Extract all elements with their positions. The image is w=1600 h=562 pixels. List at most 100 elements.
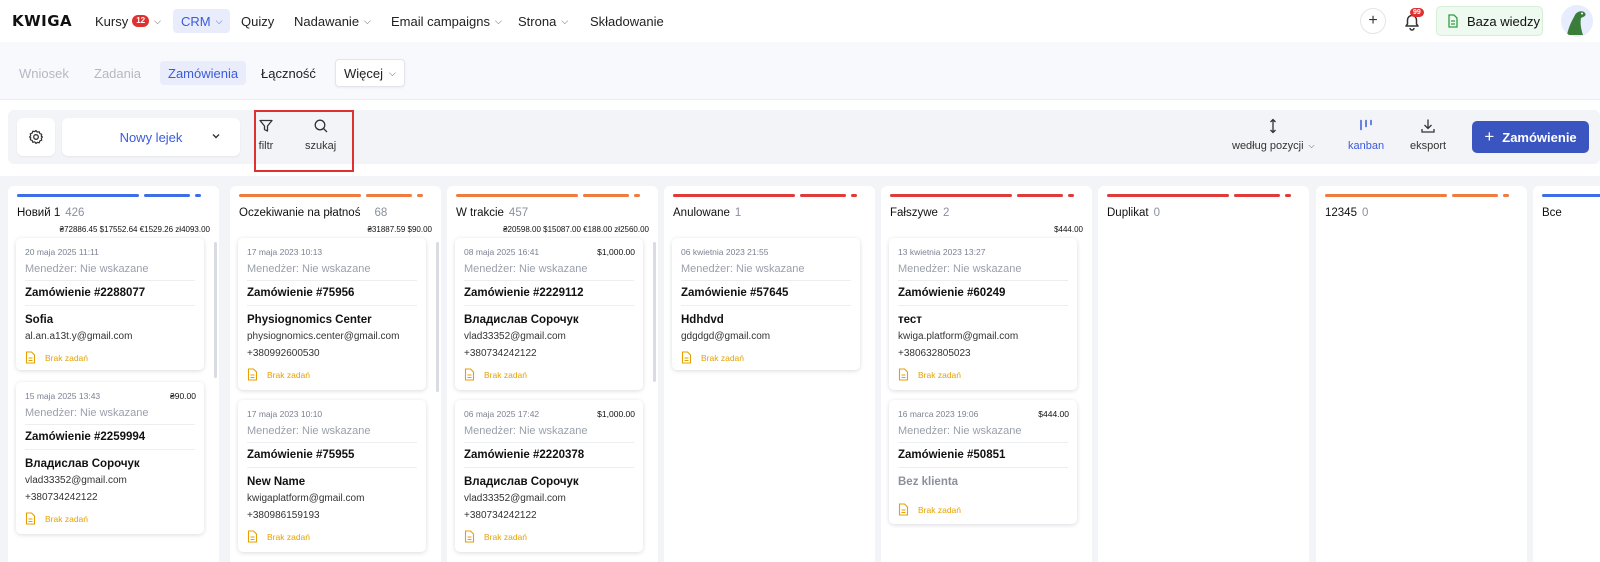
nav-item-skladowanie[interactable]: Składowanie [590,9,664,33]
tab-lacznosc[interactable]: Łączność [261,61,316,85]
download-icon [1421,119,1435,133]
chevron-down-icon: ⌵ [389,67,396,78]
column-title: Fałszywe [890,207,938,219]
tasks-indicator[interactable]: Brak zadań [247,368,310,381]
tab-zadania[interactable]: Zadania [94,61,141,85]
column-color-bar [1107,194,1291,197]
order-number[interactable]: Zamówienie #50851 [898,449,1005,461]
column-sum: ₴72886.45 $17552.64 €1529.26 zł4093.00 [59,225,210,234]
tab-wniosek[interactable]: Wniosek [19,61,69,85]
tasks-indicator[interactable]: Brak zadań [25,351,88,364]
scrollbar[interactable] [436,242,439,392]
export-button[interactable]: eksport [1410,118,1446,152]
chevron-down-icon: ⌵ [364,15,371,26]
sort-button[interactable]: według pozycji ⌵ [1232,118,1315,152]
order-manager: Menedżer: Nie wskazane [681,263,805,275]
order-manager: Menedżer: Nie wskazane [25,263,149,275]
order-date: 08 maja 2025 16:41 [464,247,540,257]
settings-button[interactable] [17,118,55,156]
nav-item-quizy[interactable]: Quizy [241,9,274,33]
order-date: 17 maja 2023 10:10 [247,409,323,419]
column-color-bar [1325,194,1509,197]
column-count: 0 [1153,207,1160,219]
gear-icon [28,129,44,145]
order-number[interactable]: Zamówienie #2220378 [464,449,584,461]
column-title: Oczekiwanie na płatnoś [239,207,361,219]
logo[interactable]: KWIGA [12,12,72,30]
column-header: W trakcie 457 [456,207,528,219]
nav-item-label: Strona [518,13,557,29]
order-card[interactable]: 13 kwietnia 2023 13:27 Menedżer: Nie wsk… [889,238,1077,390]
add-icon[interactable]: + [1360,8,1386,34]
nav-item-nadawanie[interactable]: Nadawanie ⌵ [294,9,371,33]
column-title: Новий 1 [17,207,61,219]
tasks-label: Brak zadań [918,504,961,515]
column-count: 2 [942,207,950,219]
document-icon [247,368,258,381]
tasks-indicator[interactable]: Brak zadań [247,530,310,543]
column-title: Все [1542,207,1562,219]
tasks-indicator[interactable]: Brak zadań [464,530,527,543]
nav-item-crm[interactable]: CRM ⌵ [173,9,231,33]
tab-zamowienia[interactable]: Zamówienia [160,61,247,85]
order-card[interactable]: 06 maja 2025 17:42 $1,000.00 Menedżer: N… [455,400,643,552]
add-order-button[interactable]: + Zamówienie [1472,121,1589,153]
column-header: 12345 0 [1325,207,1368,219]
order-card[interactable]: 20 maja 2025 11:11 Menedżer: Nie wskazan… [16,238,204,370]
column-color-bar [456,194,640,197]
client-email: physiognomics.center@gmail.com [247,331,400,342]
column-count: 426 [65,207,85,219]
column-color-bar [17,194,201,197]
order-number[interactable]: Zamówienie #57645 [681,287,788,299]
more-dropdown[interactable]: Więcej ⌵ [335,59,405,87]
scrollbar[interactable] [214,242,217,378]
order-number[interactable]: Zamówienie #2288077 [25,287,145,299]
order-card[interactable]: 06 kwietnia 2023 21:55 Menedżer: Nie wsk… [672,238,860,370]
document-icon [898,503,909,516]
column-count: 0 [1361,207,1369,219]
order-card[interactable]: 16 marca 2023 19:06 $444.00 Menedżer: Ni… [889,400,1077,524]
scrollbar[interactable] [653,242,656,382]
tasks-indicator[interactable]: Brak zadań [464,368,527,381]
order-card[interactable]: 17 maja 2023 10:13 Menedżer: Nie wskazan… [238,238,426,390]
tasks-label: Brak zadań [484,369,527,380]
client-phone: +380986159193 [247,510,320,521]
tasks-indicator[interactable]: Brak zadań [25,512,88,525]
order-number[interactable]: Zamówienie #60249 [898,287,1005,299]
sort-label: według pozycji [1232,140,1304,152]
order-number[interactable]: Zamówienie #2259994 [25,431,145,443]
order-card[interactable]: 17 maja 2023 10:10 Menedżer: Nie wskazan… [238,400,426,552]
order-card[interactable]: 15 maja 2025 13:43 ₴90.00 Menedżer: Nie … [16,382,204,534]
nav-item-strona[interactable]: Strona ⌵ [518,9,568,33]
kanban-view-button[interactable]: kanban [1348,118,1384,152]
nav-item-kursy[interactable]: Kursy 12 ⌵ [95,9,161,33]
funnel-select-value: Nowy lejek [119,129,183,145]
document-icon [898,368,909,381]
column-title: W trakcie [456,207,504,219]
funnel-select[interactable]: Nowy lejek [62,118,240,156]
kanban-board: Новий 1 426 ₴72886.45 $17552.64 €1529.26 … [0,176,1600,562]
order-price: $444.00 [1038,409,1069,419]
order-price: $1,000.00 [597,247,635,257]
column-color-bar [239,194,423,197]
order-card[interactable]: 08 maja 2025 16:41 $1,000.00 Menedżer: N… [455,238,643,390]
avatar[interactable] [1561,5,1593,37]
kanban-column: Fałszywe 2 $444.00 13 kwietnia 2023 13:27… [881,186,1092,562]
order-date: 15 maja 2025 13:43 [25,391,101,401]
client-phone: +380734242122 [464,510,537,521]
order-number[interactable]: Zamówienie #75956 [247,287,354,299]
tasks-label: Brak zadań [267,369,310,380]
nav-item-label: Quizy [241,13,275,29]
kanban-icon [1360,119,1372,131]
column-header: Duplikat 0 [1107,207,1160,219]
column-color-bar [673,194,857,197]
order-number[interactable]: Zamówienie #75955 [247,449,354,461]
document-icon [25,351,36,364]
knowledge-base-button[interactable]: Baza wiedzy [1436,6,1543,36]
client-name: Владислав Сорочук [464,476,579,488]
tasks-indicator[interactable]: Brak zadań [898,503,961,516]
order-number[interactable]: Zamówienie #2229112 [464,287,584,299]
nav-item-email-campaigns[interactable]: Email campaigns ⌵ [391,9,502,33]
tasks-indicator[interactable]: Brak zadań [681,351,744,364]
tasks-indicator[interactable]: Brak zadań [898,368,961,381]
